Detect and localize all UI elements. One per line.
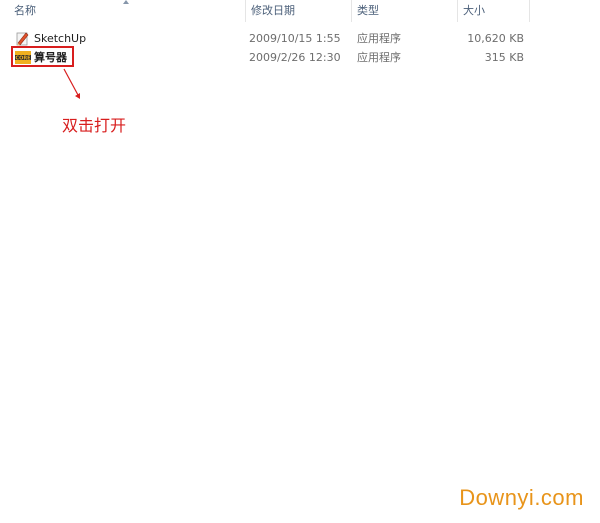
callout-label: 双击打开 <box>62 116 127 135</box>
callout-arrow-icon <box>63 68 80 99</box>
watermark-logo: Downyi.com <box>459 485 584 510</box>
